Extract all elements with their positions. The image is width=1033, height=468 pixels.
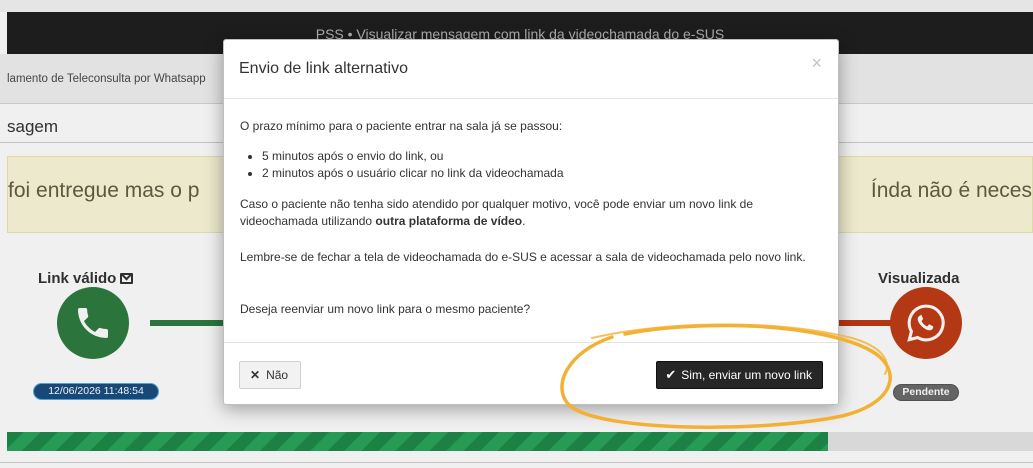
explanation-end: . <box>522 214 526 228</box>
dialog-explanation: Caso o paciente não tenha sido atendido … <box>240 196 830 230</box>
dialog-title: Envio de link alternativo <box>239 60 408 77</box>
list-item: 2 minutos após o usuário clicar no link … <box>262 165 564 182</box>
deadline-list: 5 minutos após o envio do link, ou 2 min… <box>240 148 564 182</box>
send-new-link-label: Sim, enviar um novo link <box>681 368 812 382</box>
close-icon[interactable]: × <box>811 53 822 74</box>
times-icon: ✕ <box>250 368 261 382</box>
dialog-header: Envio de link alternativo × <box>224 40 838 99</box>
dialog-intro: O prazo mínimo para o paciente entrar na… <box>240 119 563 133</box>
dialog-question: Deseja reenviar um novo link para o mesm… <box>240 302 531 316</box>
explanation-emphasis: outra plataforma de vídeo <box>375 214 523 228</box>
list-item: 5 minutos após o envio do link, ou <box>262 148 564 165</box>
send-new-link-button[interactable]: ✔ Sim, enviar um novo link <box>656 361 823 389</box>
check-icon: ✔ <box>665 367 677 382</box>
dialog-footer: ✕ Não ✔ Sim, enviar um novo link <box>224 342 838 406</box>
alternative-link-dialog: Envio de link alternativo × O prazo míni… <box>223 39 839 405</box>
dialog-reminder: Lembre-se de fechar a tela de videochama… <box>240 250 806 264</box>
no-button-label: Não <box>266 368 289 382</box>
no-button[interactable]: ✕ Não <box>239 361 302 389</box>
